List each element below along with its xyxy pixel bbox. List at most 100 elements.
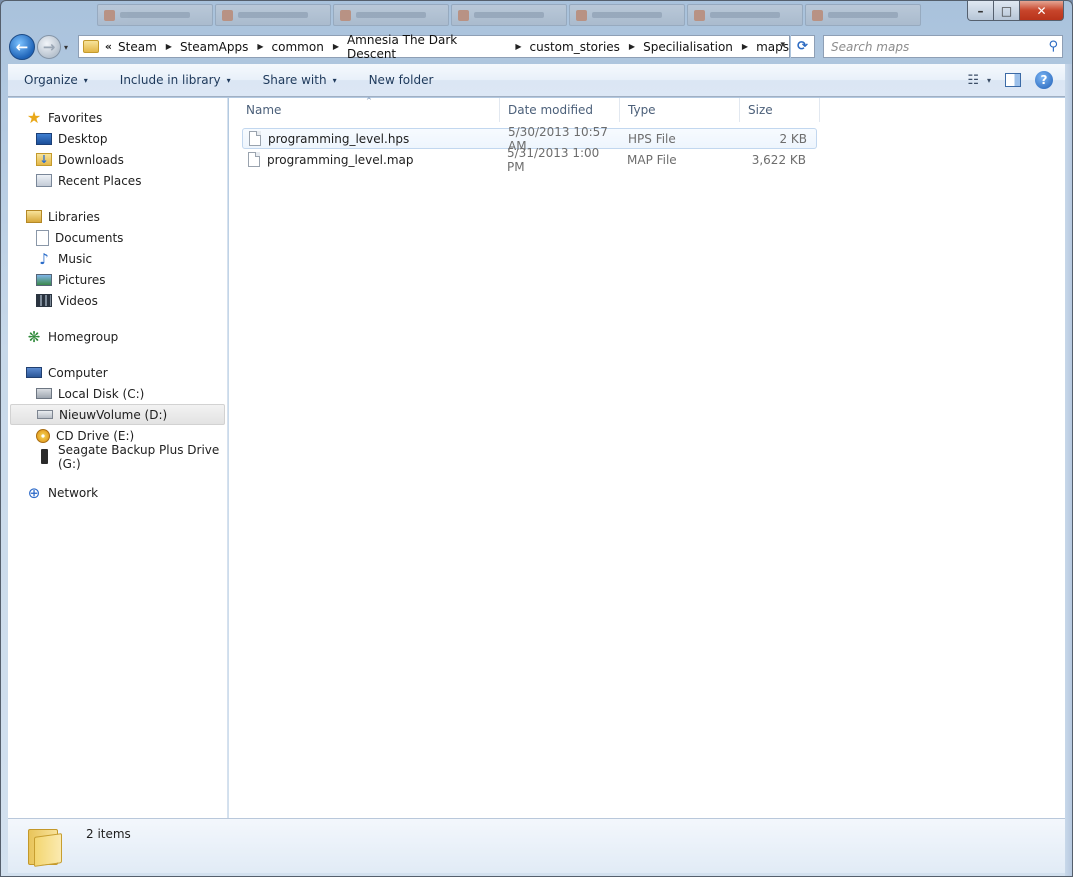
sidebar-item-label: Computer [48,365,108,380]
file-name: programming_level.map [267,152,414,167]
file-date: 5/31/2013 1:00 PM [507,145,600,174]
sidebar-item-homegroup[interactable]: ❋ Homegroup [8,326,227,347]
file-type: MAP File [627,152,677,167]
breadcrumb-item[interactable]: Steam [118,40,157,54]
homegroup-group: ❋ Homegroup [8,326,227,347]
chevron-down-icon: ▾ [332,75,337,85]
sidebar-item-seagate-g[interactable]: Seagate Backup Plus Drive (G:) [8,443,227,471]
sidebar-item-label: Seagate Backup Plus Drive (G:) [58,442,220,471]
breadcrumb-separator-icon[interactable]: ▶ [166,42,172,51]
breadcrumb-overflow[interactable]: « [105,40,112,53]
view-list-icon: ☷ [967,72,979,88]
maximize-button[interactable]: □ [994,1,1020,21]
folder-icon [83,40,99,53]
breadcrumb-item[interactable]: Specilialisation [643,40,733,54]
refresh-button[interactable]: ⟳ [791,35,815,58]
computer-icon [26,367,42,378]
column-name[interactable]: ^ Name [238,97,500,122]
background-tab [97,4,213,26]
include-in-library-button[interactable]: Include in library ▾ [104,64,247,96]
sidebar-item-desktop[interactable]: Desktop [8,128,227,149]
breadcrumb: Steam ▶ SteamApps ▶ common ▶ Amnesia The… [118,33,789,61]
navigation-pane: ★ Favorites Desktop ↓ Downloads Recent P… [8,98,228,818]
background-tab [451,4,567,26]
recent-pages-dropdown[interactable]: ▾ [64,43,68,52]
file-row[interactable]: programming_level.map 5/31/2013 1:00 PM … [242,146,817,174]
sidebar-item-local-disk-c[interactable]: Local Disk (C:) [8,383,227,404]
background-taskbar-tabs [97,4,921,26]
share-with-button[interactable]: Share with ▾ [247,64,353,96]
sidebar-item-libraries[interactable]: Libraries [8,206,227,227]
forward-button[interactable]: → [37,35,61,59]
command-toolbar: Organize ▾ Include in library ▾ Share wi… [8,64,1065,97]
sidebar-item-label: Homegroup [48,329,119,344]
breadcrumb-item[interactable]: custom_stories [530,40,620,54]
sidebar-item-label: Videos [58,293,98,308]
sidebar-item-videos[interactable]: Videos [8,290,227,311]
chevron-down-icon: ▾ [986,75,991,85]
sidebar-item-label: Music [58,251,93,266]
favorites-group: ★ Favorites Desktop ↓ Downloads Recent P… [8,107,227,191]
back-arrow-icon: ← [15,38,29,56]
sidebar-item-recent-places[interactable]: Recent Places [8,170,227,191]
sidebar-item-label: NieuwVolume (D:) [59,407,168,422]
address-dropdown-icon[interactable]: ▾ [780,40,785,50]
forward-arrow-icon: → [42,38,56,56]
navigation-bar: ← → ▾ « Steam ▶ SteamApps ▶ common ▶ Amn… [1,32,1072,62]
sidebar-item-music[interactable]: ♪ Music [8,248,227,269]
background-tab [215,4,331,26]
file-size: 3,622 KB [751,152,806,167]
new-folder-button[interactable]: New folder [353,64,450,96]
sidebar-item-label: Documents [55,230,124,245]
file-list-pane: ^ Name Date modified Type Size programmi… [229,97,1065,818]
sidebar-item-network[interactable]: ⊕ Network [8,482,227,503]
organize-button[interactable]: Organize ▾ [8,64,104,96]
documents-icon [36,229,49,246]
help-icon[interactable]: ? [1035,71,1053,89]
preview-pane-icon[interactable] [1005,73,1021,87]
refresh-icon: ⟳ [797,39,808,54]
column-date-modified[interactable]: Date modified [500,98,620,122]
back-button[interactable]: ← [9,34,35,60]
breadcrumb-separator-icon[interactable]: ▶ [257,42,263,51]
file-size: 2 KB [779,131,807,146]
libraries-group: Libraries Documents ♪ Music Pictures Vid… [8,206,227,311]
minimize-button[interactable]: – [967,1,994,21]
sidebar-item-nieuwvolume-d[interactable]: NieuwVolume (D:) [10,404,225,425]
breadcrumb-item[interactable]: Amnesia The Dark Descent [347,33,506,61]
sort-ascending-icon: ^ [366,97,372,105]
search-input[interactable]: Search maps ⚲ [823,35,1063,58]
pictures-icon [36,273,52,286]
column-size[interactable]: Size [740,98,820,122]
desktop-icon [36,132,52,145]
file-type: HPS File [628,131,676,146]
sidebar-item-label: Libraries [48,209,100,224]
breadcrumb-separator-icon[interactable]: ▶ [333,42,339,51]
search-placeholder: Search maps [831,39,910,54]
close-button[interactable]: ✕ [1020,1,1064,21]
sidebar-item-downloads[interactable]: ↓ Downloads [8,149,227,170]
address-bar[interactable]: « Steam ▶ SteamApps ▶ common ▶ Amnesia T… [78,33,790,61]
breadcrumb-separator-icon[interactable]: ▶ [515,42,521,51]
breadcrumb-item[interactable]: common [272,40,324,54]
breadcrumb-item[interactable]: SteamApps [180,40,248,54]
sidebar-item-label: Recent Places [58,173,142,188]
background-tab [333,4,449,26]
change-view-button[interactable]: ☷ ▾ [967,73,991,88]
downloads-icon: ↓ [36,153,52,166]
sidebar-item-pictures[interactable]: Pictures [8,269,227,290]
cd-drive-icon [36,428,50,443]
details-pane: 2 items [8,818,1065,873]
sidebar-item-favorites[interactable]: ★ Favorites [8,107,227,128]
search-icon[interactable]: ⚲ [1048,39,1058,54]
column-type[interactable]: Type [620,98,740,122]
sidebar-item-documents[interactable]: Documents [8,227,227,248]
breadcrumb-separator-icon[interactable]: ▶ [629,42,635,51]
file-rows: programming_level.hps 5/30/2013 10:57 AM… [242,125,817,174]
toolbar-right-group: ☷ ▾ ? [967,71,1053,89]
sidebar-item-label: Desktop [58,131,108,146]
breadcrumb-separator-icon[interactable]: ▶ [742,42,748,51]
sidebar-item-computer[interactable]: Computer [8,362,227,383]
file-name-cell: programming_level.map [242,152,500,167]
background-tab [569,4,685,26]
